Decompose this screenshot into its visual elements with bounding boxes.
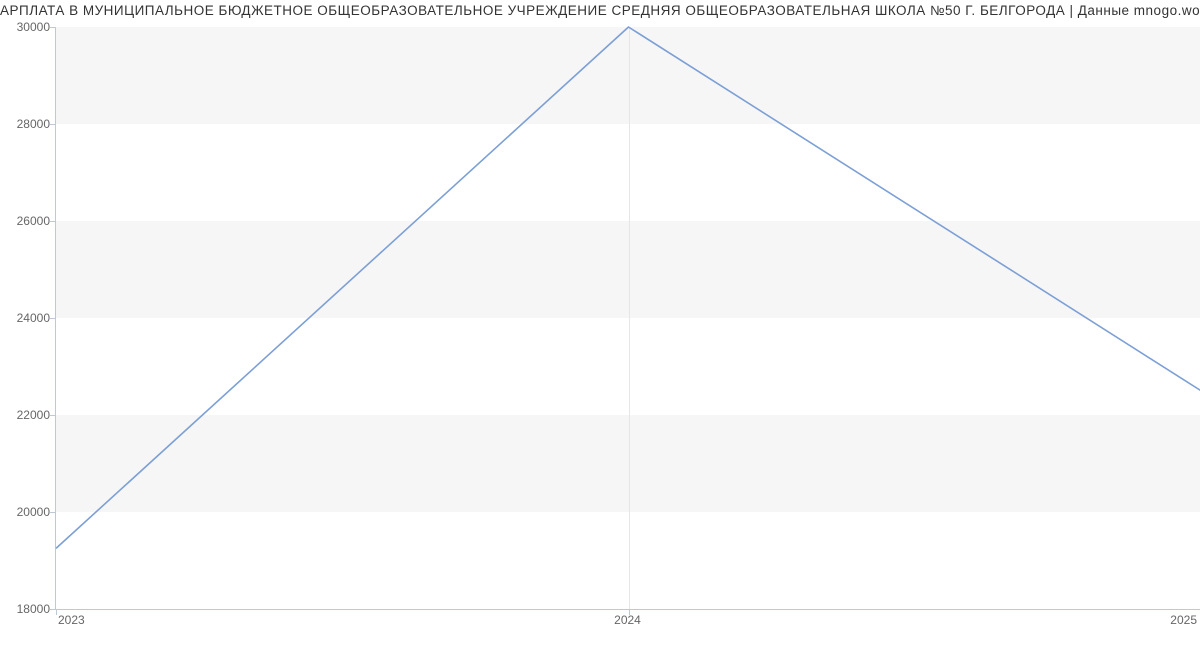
x-tick-label: 2024: [614, 613, 641, 627]
chart-title: АРПЛАТА В МУНИЦИПАЛЬНОЕ БЮДЖЕТНОЕ ОБЩЕОБ…: [0, 3, 1200, 18]
x-tick-mark: [56, 609, 57, 615]
salary-series-line: [56, 27, 1200, 548]
y-tick-label: 20000: [5, 505, 50, 519]
x-tick-label: 2023: [58, 613, 85, 627]
plot-area: [55, 27, 1200, 610]
y-tick-label: 26000: [5, 214, 50, 228]
y-tick-label: 28000: [5, 117, 50, 131]
chart-container: АРПЛАТА В МУНИЦИПАЛЬНОЕ БЮДЖЕТНОЕ ОБЩЕОБ…: [0, 0, 1200, 650]
y-tick-label: 30000: [5, 20, 50, 34]
y-tick-label: 22000: [5, 408, 50, 422]
x-tick-label: 2025: [1170, 613, 1197, 627]
y-tick-label: 18000: [5, 602, 50, 616]
y-tick-label: 24000: [5, 311, 50, 325]
line-series-layer: [56, 27, 1200, 609]
